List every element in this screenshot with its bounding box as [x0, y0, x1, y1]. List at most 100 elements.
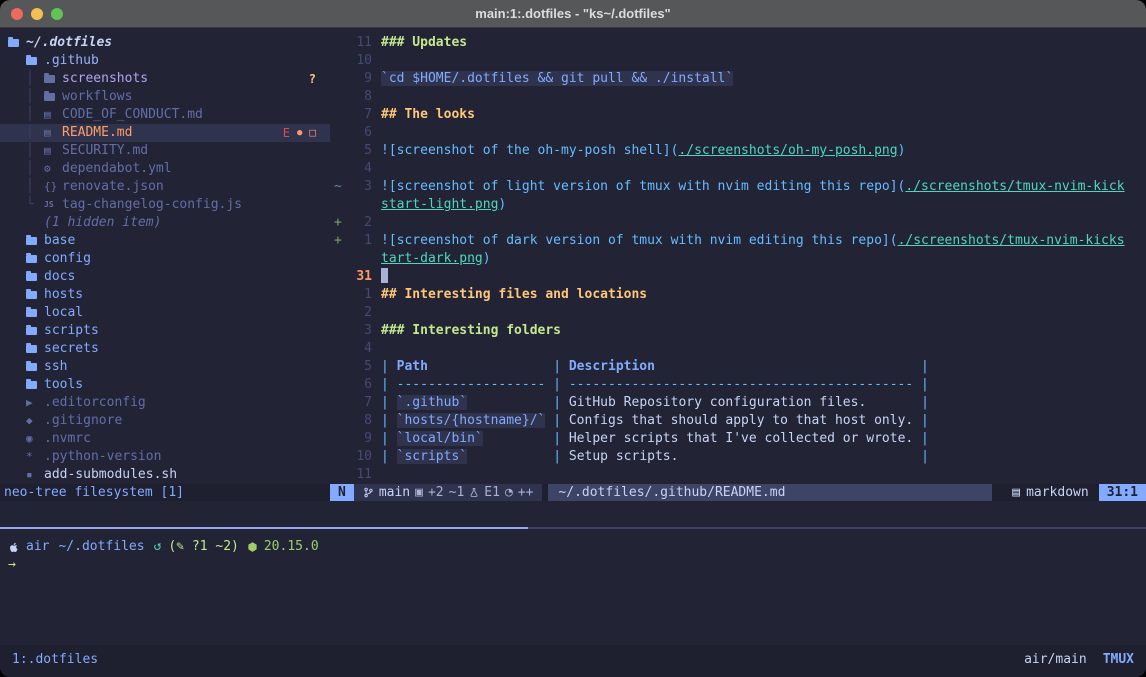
editor-line[interactable]: +2	[330, 214, 1146, 232]
tree-indent-guide: │	[26, 88, 44, 106]
gutter-sign	[330, 376, 348, 394]
line-number: 11	[348, 34, 372, 52]
node-version: 20.15.0	[264, 538, 319, 556]
tree-item-hosts[interactable]: hosts	[0, 286, 330, 304]
diagnostics-errors: E1	[484, 484, 500, 501]
editor-line[interactable]: tart-dark.png)	[330, 250, 1146, 268]
editor-line[interactable]: 5![screenshot of the oh-my-posh shell](.…	[330, 142, 1146, 160]
gutter-sign: +	[330, 232, 348, 250]
gutter-sign	[330, 88, 348, 106]
tree-item-tools[interactable]: tools	[0, 376, 330, 394]
line-number: 4	[348, 340, 372, 358]
editor-line[interactable]: 4	[330, 160, 1146, 178]
gutter-sign	[330, 466, 348, 484]
tree-item-label: CODE_OF_CONDUCT.md	[62, 106, 203, 124]
line-number: 5	[348, 142, 372, 160]
editor-line[interactable]: 1## Interesting files and locations	[330, 286, 1146, 304]
editor-line[interactable]: 8	[330, 88, 1146, 106]
editor-line[interactable]: 4	[330, 340, 1146, 358]
editor-line[interactable]: 5| Path | Description |	[330, 358, 1146, 376]
window-title: main:1:.dotfiles - "ks~/.dotfiles"	[0, 6, 1146, 21]
tmux-status-bar: 1:.dotfiles air/main TMUX	[0, 645, 1146, 677]
editor-line[interactable]: 8| `hosts/{hostname}/` | Configs that sh…	[330, 412, 1146, 430]
editor-buffer[interactable]: 11### Updates109`cd $HOME/.dotfiles && g…	[330, 28, 1146, 484]
editor-line[interactable]: 10	[330, 52, 1146, 70]
tree-item--1-hidden-item-[interactable]: (1 hidden item)	[0, 214, 330, 232]
editor-line[interactable]: 10| `scripts` | Setup scripts. |	[330, 448, 1146, 466]
editor-line[interactable]: ~3![screenshot of light version of tmux …	[330, 178, 1146, 196]
line-text: ### Interesting folders	[381, 322, 1146, 340]
tree-item--github[interactable]: .github	[0, 52, 330, 70]
gutter-sign	[330, 106, 348, 124]
minimize-button[interactable]	[31, 8, 43, 20]
tree-item-workflows[interactable]: │workflows	[0, 88, 330, 106]
tree-item--dotfiles[interactable]: ~/.dotfiles	[0, 34, 330, 52]
tree-item--python-version[interactable]: *.python-version	[0, 448, 330, 466]
tree-item-readme-md[interactable]: │▤README.mdE●□	[0, 124, 330, 142]
hexagon-icon: ◉	[26, 430, 44, 448]
tree-item--nvmrc[interactable]: ◉.nvmrc	[0, 430, 330, 448]
tree-item-docs[interactable]: docs	[0, 268, 330, 286]
tree-item-base[interactable]: base	[0, 232, 330, 250]
tree-item-dependabot-yml[interactable]: │⚙dependabot.yml	[0, 160, 330, 178]
editor-line[interactable]: 9`cd $HOME/.dotfiles && git pull && ./in…	[330, 70, 1146, 88]
tree-item-label: config	[44, 250, 91, 268]
line-number: 7	[348, 394, 372, 412]
tree-item--gitignore[interactable]: ◆.gitignore	[0, 412, 330, 430]
folder-icon	[26, 381, 44, 389]
tree-item-local[interactable]: local	[0, 304, 330, 322]
tree-item-scripts[interactable]: scripts	[0, 322, 330, 340]
editor-line[interactable]: 9| `local/bin` | Helper scripts that I'v…	[330, 430, 1146, 448]
folder-icon	[26, 255, 44, 263]
tree-item-security-md[interactable]: │▤SECURITY.md	[0, 142, 330, 160]
folder-icon	[44, 93, 62, 101]
folder-open-icon	[8, 39, 26, 47]
tree-item-label: screenshots	[62, 70, 148, 88]
editor-line[interactable]: 6	[330, 124, 1146, 142]
editor-line[interactable]: 6| ------------------- | ---------------…	[330, 376, 1146, 394]
tree-item-tag-changelog-config-js[interactable]: └JStag-changelog-config.js	[0, 196, 330, 214]
line-text: ## The looks	[381, 106, 1146, 124]
chevron-icon: ▶	[26, 394, 44, 412]
gutter-sign	[330, 340, 348, 358]
close-button[interactable]	[11, 8, 23, 20]
gutter-sign	[330, 34, 348, 52]
tree-item-config[interactable]: config	[0, 250, 330, 268]
tree-item-add-submodules-sh[interactable]: ▪add-submodules.sh	[0, 466, 330, 484]
tree-item-renovate-json[interactable]: │{}renovate.json	[0, 178, 330, 196]
filetype-segment: ▤ markdown	[1002, 484, 1098, 501]
js-icon: JS	[44, 196, 62, 214]
tree-item-screenshots[interactable]: │screenshots?	[0, 70, 330, 88]
editor-line[interactable]: 31	[330, 268, 1146, 286]
gutter-sign	[330, 250, 348, 268]
tmux-client: ~/.dotfiles.github│screenshots?│workflow…	[0, 28, 1146, 677]
line-number: 2	[348, 304, 372, 322]
zoom-button[interactable]	[51, 8, 63, 20]
editor-line[interactable]: 11### Updates	[330, 34, 1146, 52]
text-cursor	[381, 268, 388, 283]
tree-indent-guide: └	[26, 196, 44, 214]
nvim-statusline: neo-tree filesystem [1] N main ▣ +2 ~1 E…	[0, 484, 1146, 501]
editor-line[interactable]: 11	[330, 466, 1146, 484]
line-text	[381, 52, 1146, 70]
tree-item-ssh[interactable]: ssh	[0, 358, 330, 376]
shell-pane[interactable]: air ~/.dotfiles ↺ (✎ ?1 ~2) 20.15.0 →	[0, 529, 1146, 645]
editor-line[interactable]: +1![screenshot of dark version of tmux w…	[330, 232, 1146, 250]
tree-item-secrets[interactable]: secrets	[0, 340, 330, 358]
gutter-sign	[330, 430, 348, 448]
neo-tree-sidebar[interactable]: ~/.dotfiles.github│screenshots?│workflow…	[0, 28, 330, 484]
line-number: 9	[348, 430, 372, 448]
editor-line[interactable]: 3### Interesting folders	[330, 322, 1146, 340]
markdown-file-icon: ▤	[1012, 484, 1020, 501]
tree-item-code-of-conduct-md[interactable]: │▤CODE_OF_CONDUCT.md	[0, 106, 330, 124]
tree-item--editorconfig[interactable]: ▶.editorconfig	[0, 394, 330, 412]
tmux-window-label[interactable]: 1:.dotfiles	[12, 652, 98, 668]
tree-item-label: (1 hidden item)	[44, 214, 161, 232]
tree-item-label: .python-version	[44, 448, 161, 466]
tree-indent-guide: │	[26, 178, 44, 196]
editor-line[interactable]: 7| `.github` | GitHub Repository configu…	[330, 394, 1146, 412]
cursor-position: 31:1	[1099, 484, 1146, 501]
editor-line[interactable]: 7## The looks	[330, 106, 1146, 124]
editor-line[interactable]: start-light.png)	[330, 196, 1146, 214]
editor-line[interactable]: 2	[330, 304, 1146, 322]
